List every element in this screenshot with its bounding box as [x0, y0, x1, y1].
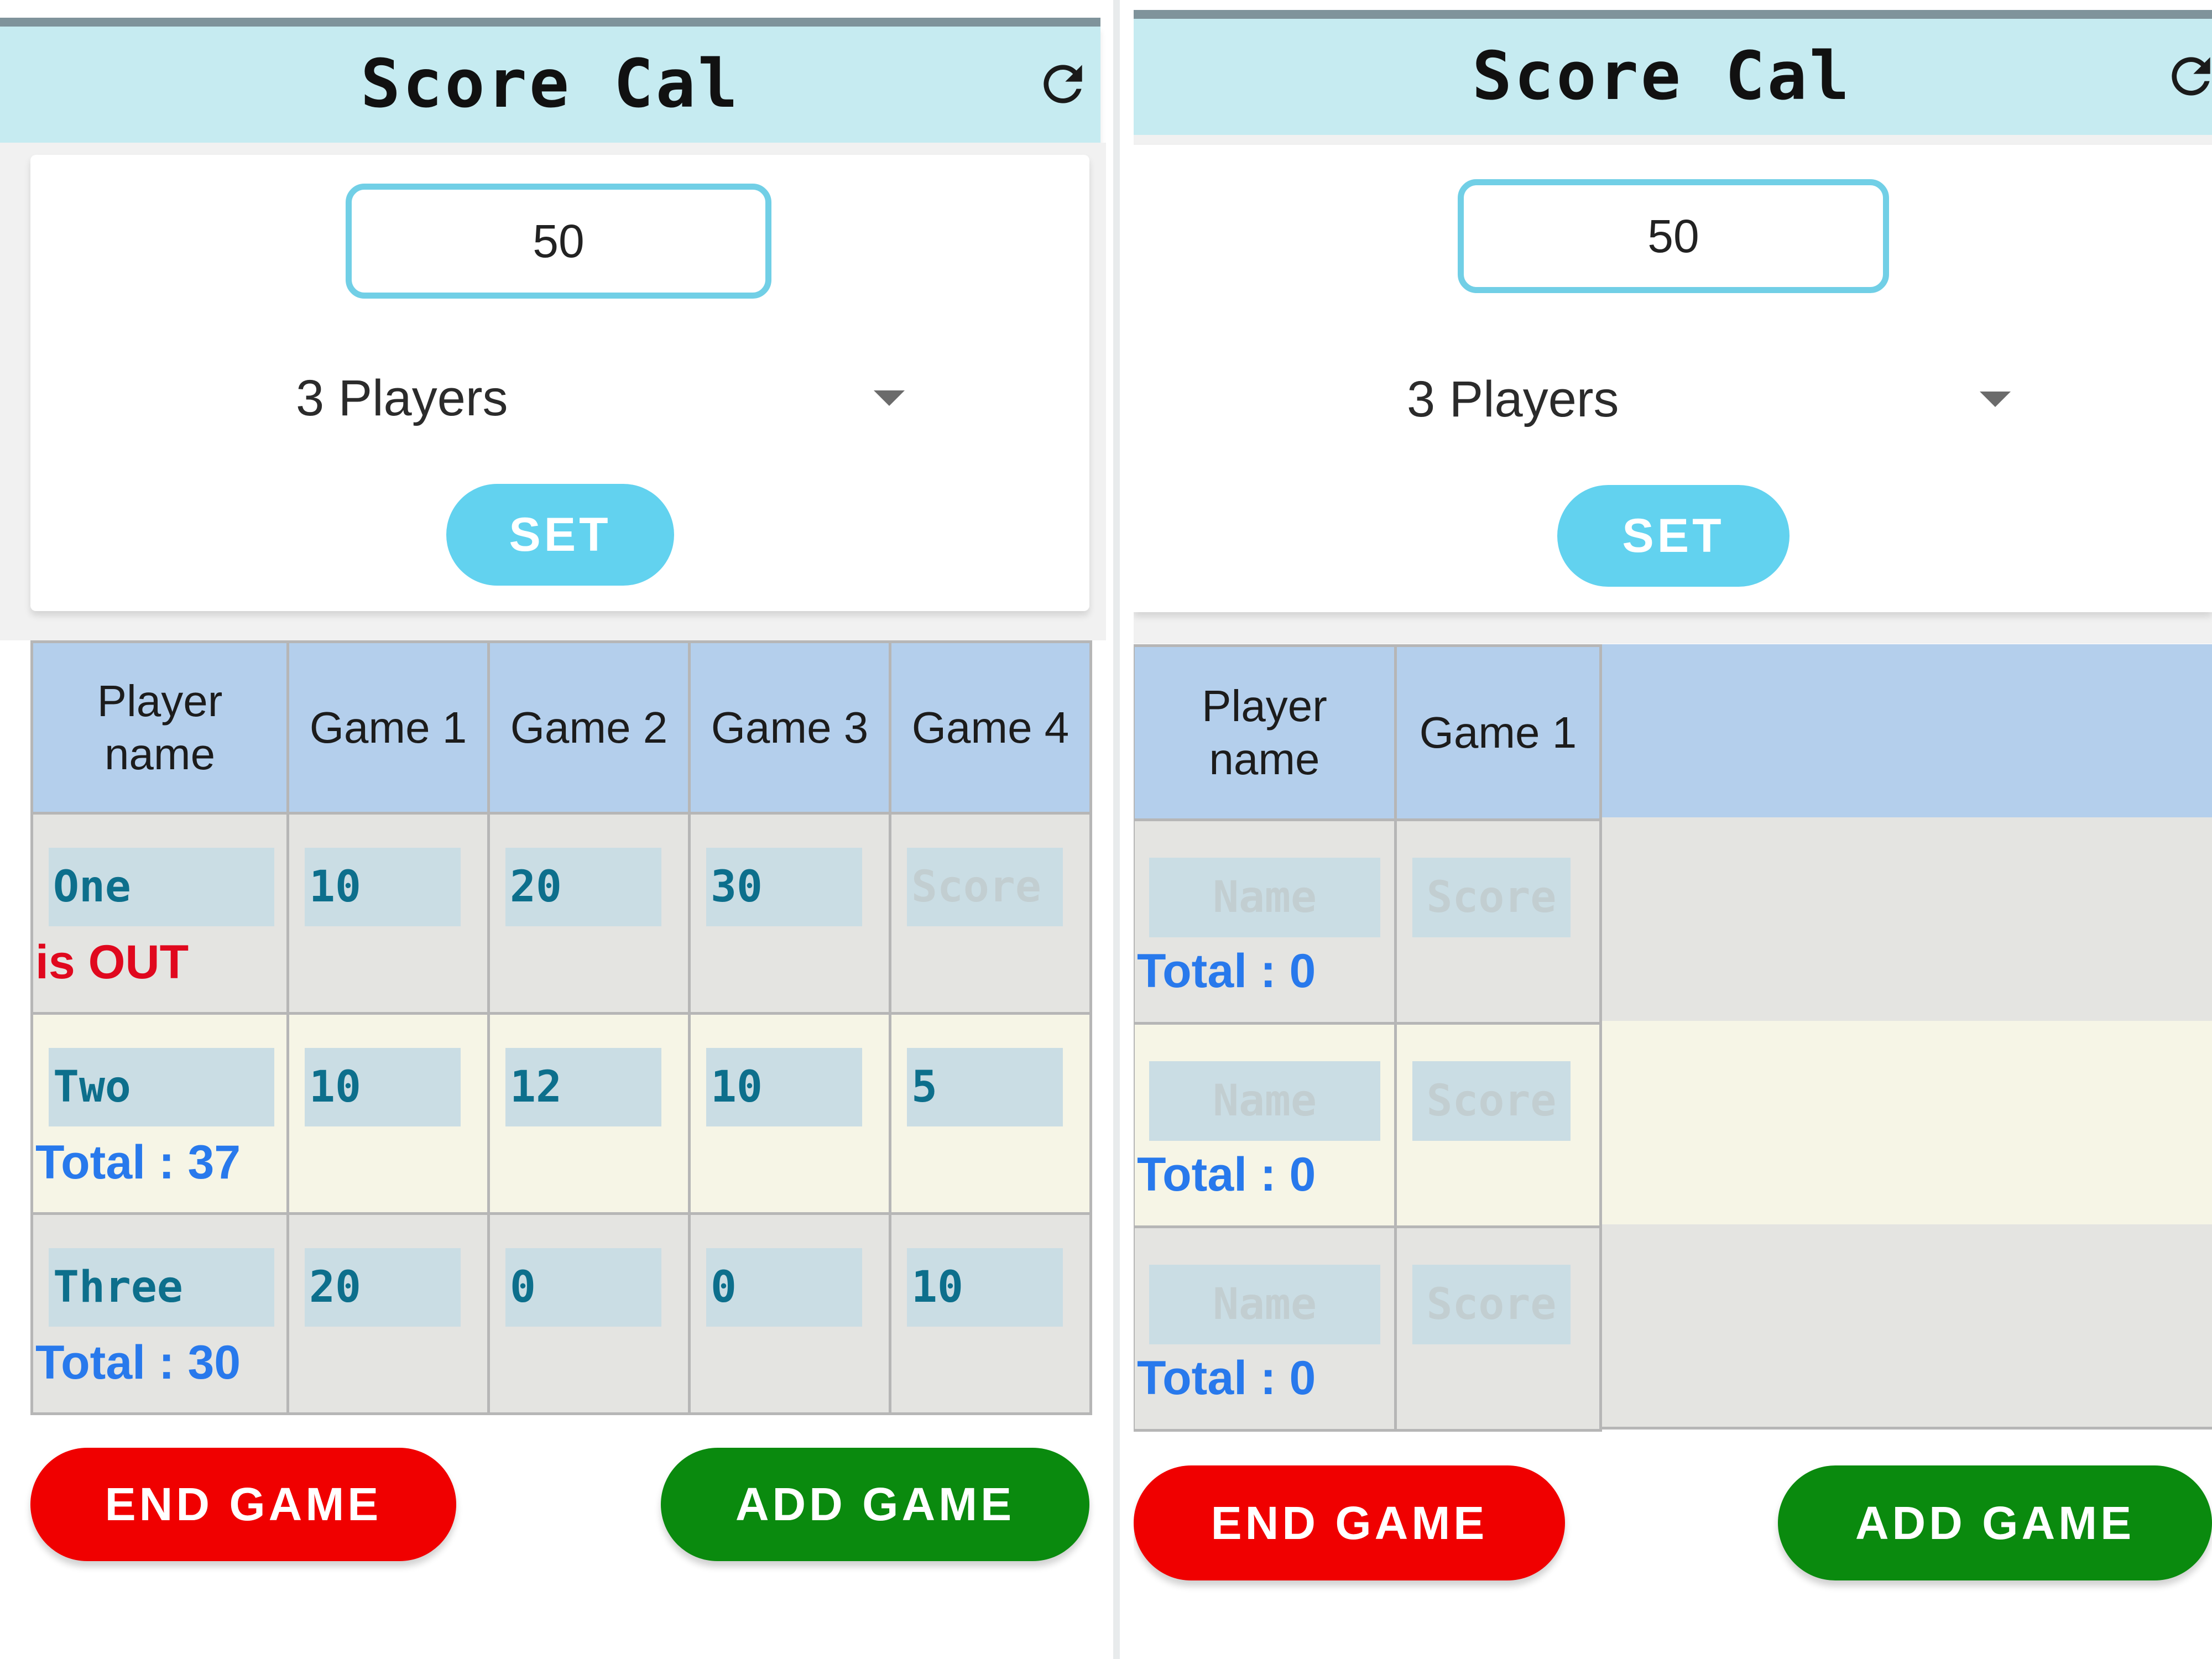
table-row: Three Total : 30 20 0 0 10: [30, 1212, 1092, 1415]
player-total: Total : 0: [1137, 1148, 1316, 1201]
add-game-button[interactable]: ADD GAME: [1778, 1465, 2212, 1580]
score-cell: 0: [487, 1212, 691, 1415]
player-name-input[interactable]: One: [49, 848, 274, 926]
status-line: [0, 18, 1100, 27]
player-name-input[interactable]: Two: [49, 1048, 274, 1126]
player-total: Total : 0: [1137, 1352, 1316, 1405]
player-total: Total : 37: [35, 1136, 241, 1189]
player-name-input[interactable]: Name: [1149, 1061, 1380, 1141]
table-row-filler: [1601, 1224, 2212, 1428]
score-input[interactable]: 0: [505, 1248, 661, 1327]
player-cell: Name Total : 0: [1134, 818, 1397, 1025]
score-input[interactable]: 10: [305, 848, 461, 926]
app-title: Score Cal: [1472, 38, 1852, 115]
refresh-icon[interactable]: [1034, 55, 1092, 113]
score-input[interactable]: 30: [706, 848, 862, 926]
player-cell: Name Total : 0: [1134, 1225, 1397, 1432]
screen-filled: Score Cal 50 3 Players SET Player name Ga…: [0, 0, 1106, 1659]
players-dropdown-value: 3 Players: [1407, 371, 1619, 427]
score-input[interactable]: 5: [907, 1048, 1063, 1126]
table-row: Two Total : 37 10 12 10 5: [30, 1012, 1092, 1215]
column-header-player-name: Player name: [1134, 644, 1397, 821]
score-cell: 30: [688, 812, 891, 1015]
player-cell: Three Total : 30: [30, 1212, 289, 1415]
score-cell: 12: [487, 1012, 691, 1215]
target-score-input[interactable]: 50: [346, 184, 771, 299]
table-row: Name Total : 0 Score: [1134, 818, 1603, 1025]
table-row: Name Total : 0 Score: [1134, 1225, 1603, 1432]
score-cell: Score: [1394, 818, 1603, 1025]
table-row: One is OUT 10 20 30 Score: [30, 812, 1092, 1015]
column-header-player-name: Player name: [30, 640, 289, 815]
end-game-button[interactable]: END GAME: [30, 1448, 456, 1561]
settings-card: 50 3 Players SET: [1134, 145, 2212, 612]
players-dropdown[interactable]: 3 Players: [296, 359, 926, 437]
score-cell: 5: [889, 1012, 1092, 1215]
column-header-game: Game 1: [286, 640, 490, 815]
score-cell: Score: [889, 812, 1092, 1015]
player-total: Total : 30: [35, 1336, 241, 1389]
score-cell: 20: [286, 1212, 490, 1415]
table-row: Name Total : 0 Score: [1134, 1022, 1603, 1228]
score-input[interactable]: 20: [305, 1248, 461, 1327]
player-total: Total : 0: [1137, 945, 1316, 998]
player-out-status: is OUT: [35, 936, 189, 989]
player-name-input[interactable]: Name: [1149, 1265, 1380, 1344]
set-button[interactable]: SET: [446, 484, 674, 586]
target-score-input[interactable]: 50: [1458, 179, 1889, 293]
score-cell: 10: [286, 1012, 490, 1215]
app-bar: Score Cal: [0, 27, 1100, 143]
score-input[interactable]: Score: [1412, 1265, 1571, 1344]
score-cell: 20: [487, 812, 691, 1015]
player-name-input[interactable]: Name: [1149, 858, 1380, 937]
player-cell: Name Total : 0: [1134, 1022, 1397, 1228]
settings-card: 50 3 Players SET: [30, 155, 1089, 611]
table-header-filler: [1601, 644, 2212, 817]
score-input[interactable]: 20: [505, 848, 661, 926]
column-header-game: Game 2: [487, 640, 691, 815]
status-line: [1134, 10, 2212, 19]
players-dropdown-value: 3 Players: [296, 369, 508, 426]
refresh-icon[interactable]: [2162, 48, 2212, 105]
score-cell: 0: [688, 1212, 891, 1415]
score-table: Player name Game 1 Name Total : 0 Score Name T…: [1134, 644, 1603, 1432]
score-input[interactable]: 10: [305, 1048, 461, 1126]
score-cell: Score: [1394, 1225, 1603, 1432]
score-cell: 10: [688, 1012, 891, 1215]
column-header-game: Game 4: [889, 640, 1092, 815]
column-header-game: Game 3: [688, 640, 891, 815]
app-title: Score Cal: [360, 46, 740, 123]
column-header-game: Game 1: [1394, 644, 1603, 821]
score-input[interactable]: Score: [1412, 1061, 1571, 1141]
score-input[interactable]: 10: [706, 1048, 862, 1126]
table-bottom-border: [1601, 1427, 2212, 1430]
player-cell: One is OUT: [30, 812, 289, 1015]
score-cell: 10: [286, 812, 490, 1015]
score-input[interactable]: 0: [706, 1248, 862, 1327]
end-game-button[interactable]: END GAME: [1134, 1465, 1565, 1580]
screen-empty: Score Cal 50 3 Players SET Player name Ga…: [1134, 0, 2212, 1659]
score-table: Player name Game 1 Game 2 Game 3 Game 4 One is…: [30, 640, 1092, 1415]
player-name-input[interactable]: Three: [49, 1248, 274, 1327]
score-input[interactable]: 12: [505, 1048, 661, 1126]
players-dropdown[interactable]: 3 Players: [1407, 361, 2026, 438]
screen-divider: [1113, 0, 1120, 1659]
chevron-down-icon: [874, 390, 905, 406]
player-cell: Two Total : 37: [30, 1012, 289, 1215]
score-input[interactable]: Score: [1412, 858, 1571, 937]
score-input[interactable]: 10: [907, 1248, 1063, 1327]
app-bar: Score Cal: [1134, 19, 2212, 135]
score-cell: Score: [1394, 1022, 1603, 1228]
score-cell: 10: [889, 1212, 1092, 1415]
set-button[interactable]: SET: [1557, 485, 1790, 587]
table-row-filler: [1601, 1021, 2212, 1224]
score-input[interactable]: Score: [907, 848, 1063, 926]
chevron-down-icon: [1980, 392, 2011, 407]
table-row-filler: [1601, 817, 2212, 1021]
add-game-button[interactable]: ADD GAME: [661, 1448, 1089, 1561]
